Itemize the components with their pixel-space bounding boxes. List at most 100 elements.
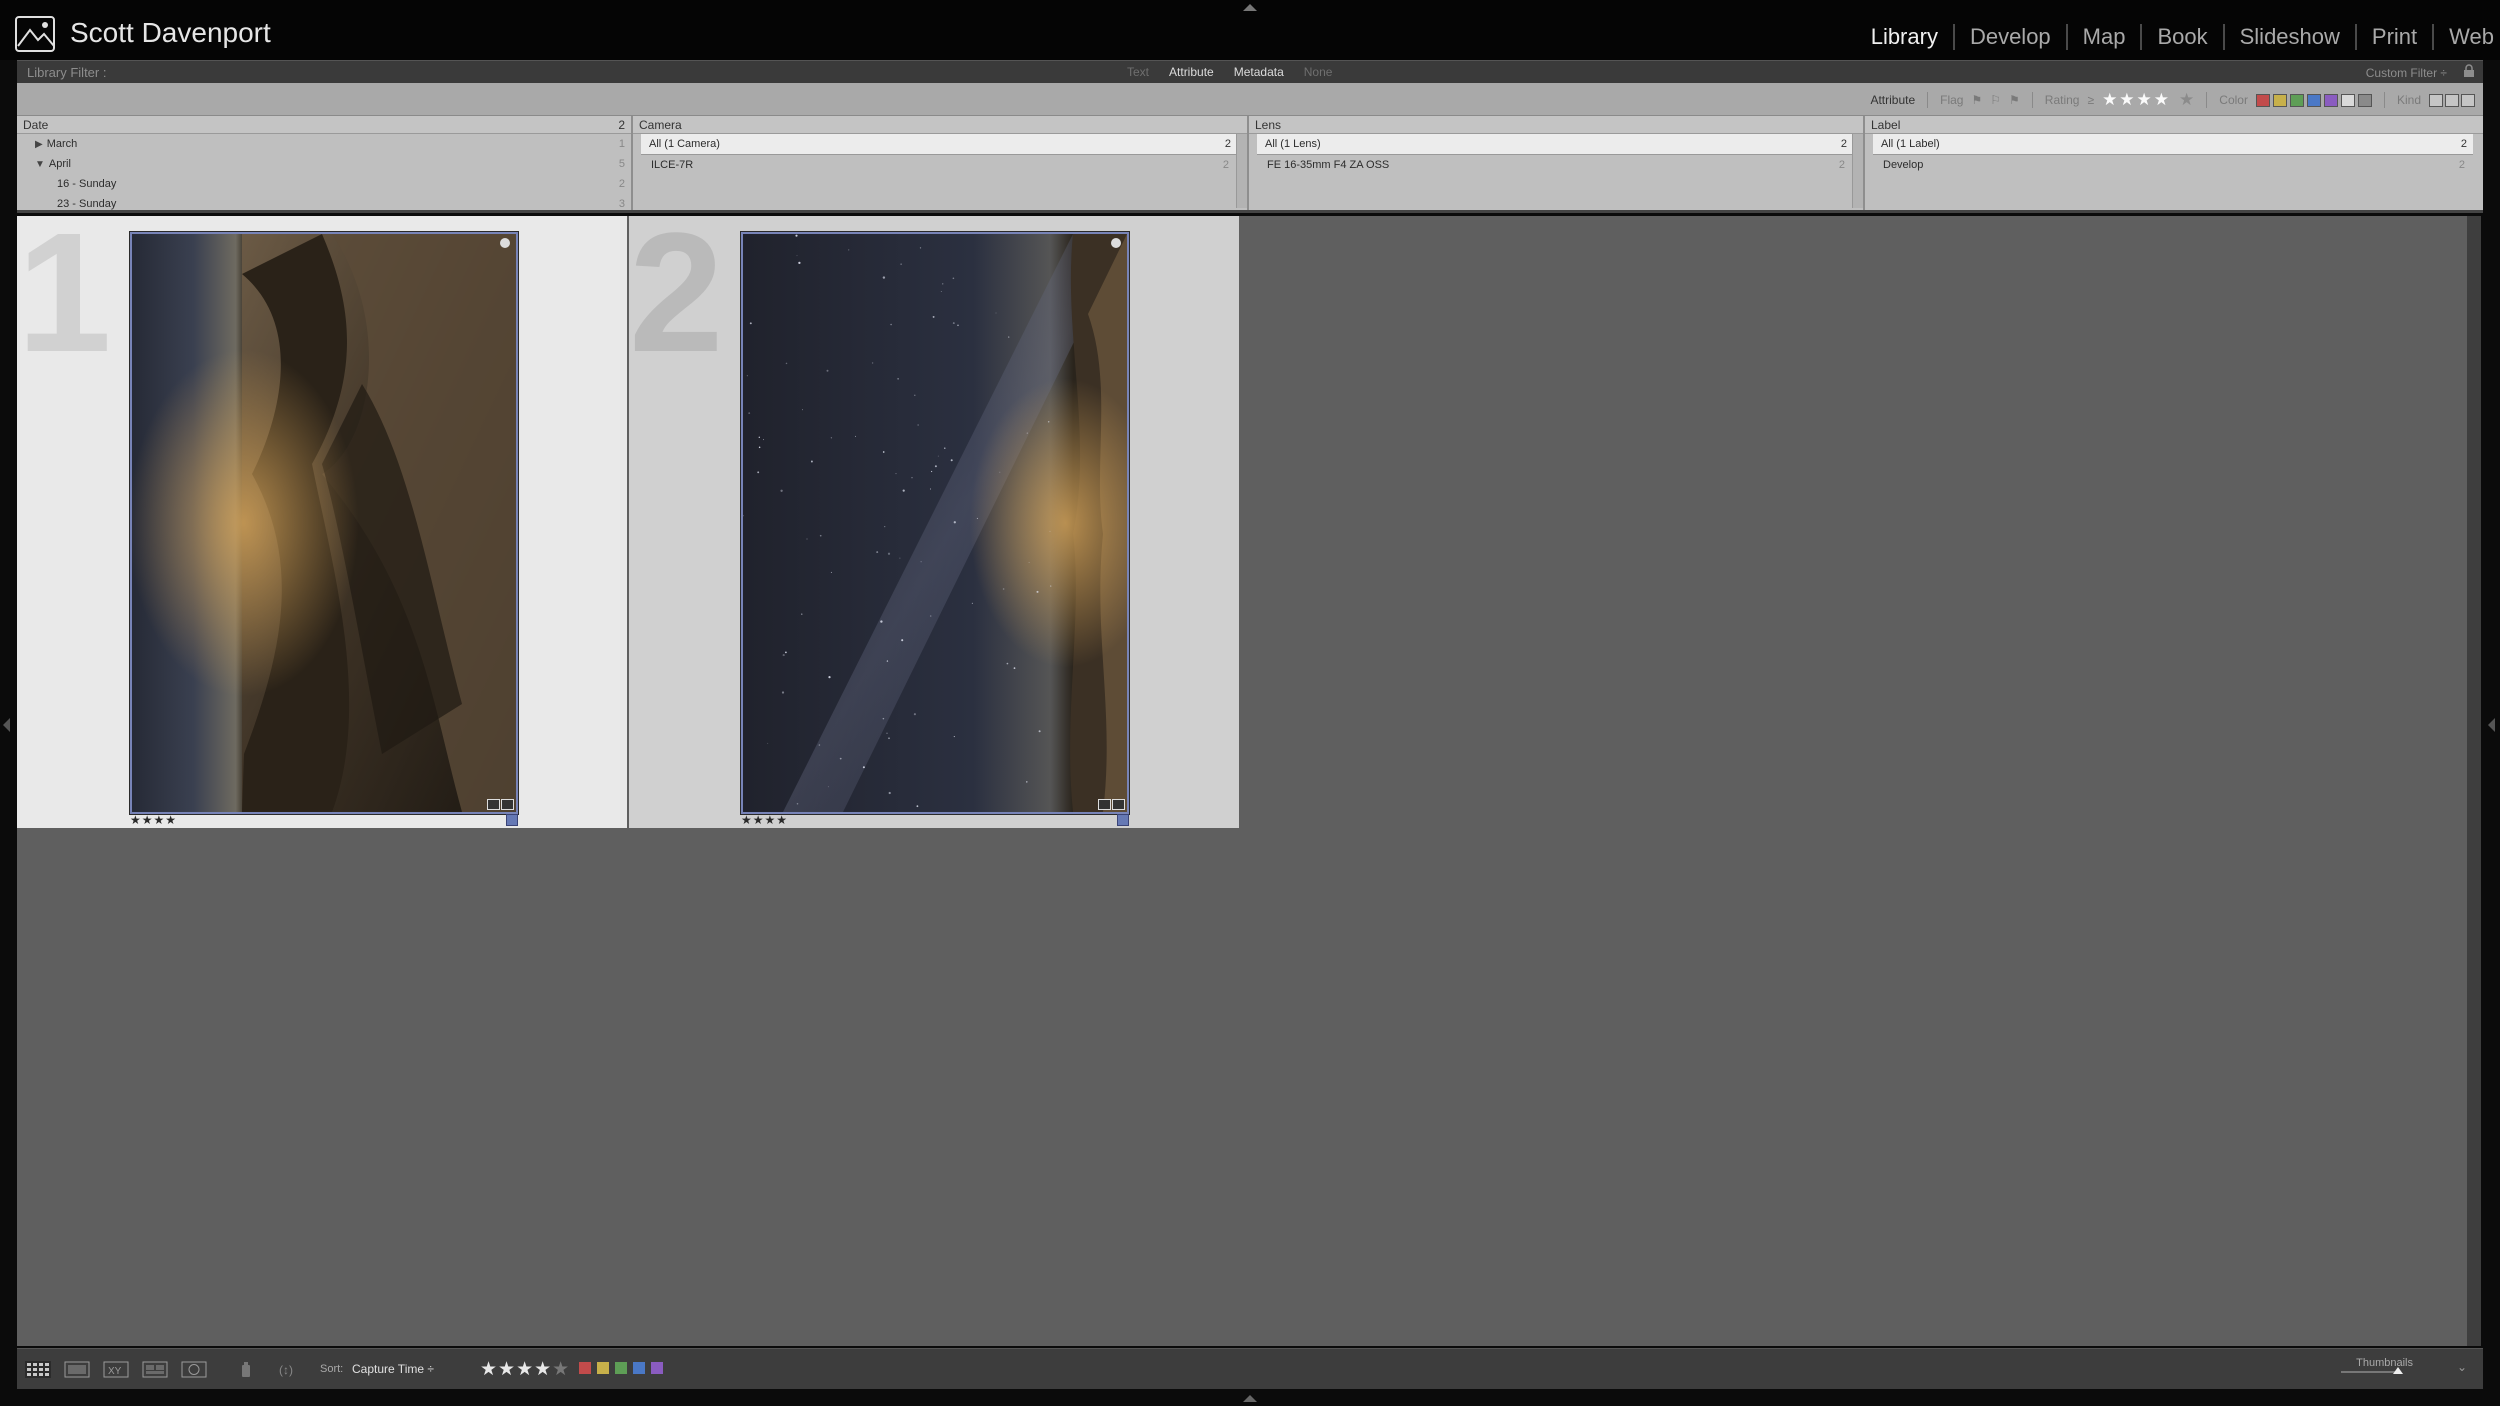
crop-badge-icon[interactable] <box>501 799 514 810</box>
module-map[interactable]: Map <box>2068 24 2143 50</box>
photo-options-dot-icon[interactable] <box>500 238 510 248</box>
edited-badge-icon[interactable] <box>1098 799 1111 810</box>
color-label-swatch[interactable] <box>1117 814 1129 826</box>
star-dot <box>819 534 822 537</box>
painter-spray-can-icon[interactable] <box>239 1361 253 1378</box>
thumbnail-size-slider[interactable] <box>2341 1371 2401 1373</box>
star-dot <box>930 470 933 473</box>
label-row-develop[interactable]: Develop 2 <box>1865 155 2483 175</box>
flag-pick-icon[interactable]: ⚑ <box>1971 93 1982 107</box>
grid-cell-1[interactable]: 1 ★★★★ <box>17 208 627 828</box>
collapse-triangle-icon[interactable]: ▼ <box>35 159 45 170</box>
thumbnail-slider-knob[interactable] <box>2393 1367 2403 1374</box>
top-panel-toggle-icon[interactable] <box>1243 4 1257 11</box>
kind-virtual-copy-icon[interactable] <box>2445 93 2459 107</box>
color-filter-swatch-4[interactable] <box>2306 93 2321 107</box>
custom-filter-preset-select[interactable]: Custom Filter ÷ <box>2366 66 2447 80</box>
label-row-all[interactable]: All (1 Label) 2 <box>1873 134 2473 155</box>
grid-scrollbar[interactable] <box>2467 216 2481 1346</box>
flag-rejected-icon[interactable]: ⚑ <box>2009 93 2020 107</box>
star-dot <box>796 802 799 805</box>
module-book[interactable]: Book <box>2142 24 2225 50</box>
toolbar-color-label-5[interactable] <box>651 1362 663 1374</box>
lens-row-all[interactable]: All (1 Lens) 2 <box>1257 134 1853 155</box>
rating-filled-stars[interactable]: ★★★★ <box>480 1359 552 1380</box>
toolbar-color-label-4[interactable] <box>633 1362 645 1374</box>
star-dot <box>886 732 888 735</box>
cell-rating-stars[interactable]: ★★★★ <box>130 813 177 827</box>
crop-badge-icon[interactable] <box>1112 799 1125 810</box>
toolbar-color-label-1[interactable] <box>579 1362 591 1374</box>
color-label-swatch[interactable] <box>506 814 518 826</box>
color-filter-swatch-6[interactable] <box>2340 93 2355 107</box>
toolbar-color-label-2[interactable] <box>597 1362 609 1374</box>
left-panel-toggle-icon[interactable] <box>3 718 10 732</box>
column-header-label[interactable]: Label <box>1865 116 2483 134</box>
module-library[interactable]: Library <box>1856 24 1955 50</box>
color-filter-swatch-2[interactable] <box>2272 93 2287 107</box>
grid-cell-2[interactable]: 2 ★★★★ <box>629 208 1239 828</box>
module-slideshow[interactable]: Slideshow <box>2225 24 2357 50</box>
column-header-lens[interactable]: Lens <box>1249 116 1863 134</box>
photo-thumbnail-milky-way[interactable] <box>741 232 1129 814</box>
filter-tab-metadata[interactable]: Metadata <box>1234 65 1284 79</box>
flag-unflagged-icon[interactable]: ⚐ <box>1990 93 2001 107</box>
compare-view-icon[interactable]: XY <box>103 1361 129 1378</box>
module-develop[interactable]: Develop <box>1955 24 2068 50</box>
filter-tab-none[interactable]: None <box>1304 65 1333 79</box>
photo-thumbnail-desert-dunes[interactable] <box>130 232 518 814</box>
filter-lock-icon[interactable] <box>2463 64 2475 78</box>
bottom-panel-toggle-icon[interactable] <box>1243 1395 1257 1402</box>
camera-row-ilce-7r[interactable]: ILCE-7R 2 <box>633 155 1247 175</box>
people-view-icon[interactable] <box>181 1361 207 1378</box>
column-header-date[interactable]: Date 2 <box>17 116 631 134</box>
toolbar-color-label-3[interactable] <box>615 1362 627 1374</box>
kind-master-icon[interactable] <box>2429 93 2443 107</box>
color-filter-swatch-7[interactable] <box>2357 93 2372 107</box>
expand-triangle-icon[interactable]: ▶ <box>35 139 43 150</box>
star-dot <box>952 322 955 325</box>
row-count: 2 <box>1840 138 1847 150</box>
cell-rating-stars[interactable]: ★★★★ <box>741 813 788 827</box>
color-filter-swatch-3[interactable] <box>2289 93 2304 107</box>
date-row-16-sunday[interactable]: 16 - Sunday 2 <box>17 174 631 194</box>
star-dot <box>940 291 942 292</box>
module-print[interactable]: Print <box>2357 24 2435 50</box>
rating-filter-empty-star[interactable]: ★ <box>2179 90 2194 110</box>
sort-direction-icon[interactable]: (↕) <box>279 1361 309 1378</box>
survey-view-icon[interactable] <box>142 1361 168 1378</box>
rating-empty-star[interactable]: ★ <box>552 1359 570 1380</box>
toolbar-rating-stars[interactable]: ★★★★★ <box>480 1358 570 1381</box>
rating-filter-stars[interactable]: ★★★★ <box>2102 90 2171 110</box>
lens-row-fe-16-35[interactable]: FE 16-35mm F4 ZA OSS 2 <box>1249 155 1863 175</box>
toolbar-color-labels <box>579 1362 663 1374</box>
edited-badge-icon[interactable] <box>487 799 500 810</box>
star-dot <box>1047 421 1050 423</box>
date-row-march[interactable]: ▶ March 1 <box>17 134 631 154</box>
row-label: 16 - Sunday <box>57 178 117 190</box>
metadata-column-camera: Camera All (1 Camera) 2 ILCE-7R 2 <box>633 116 1249 210</box>
star-dot <box>758 446 761 449</box>
module-web[interactable]: Web <box>2434 24 2500 50</box>
date-row-april[interactable]: ▼ April 5 <box>17 154 631 174</box>
color-filter-swatch-1[interactable] <box>2255 93 2270 107</box>
loupe-view-icon[interactable] <box>64 1361 90 1378</box>
color-filter-swatch-5[interactable] <box>2323 93 2338 107</box>
filter-tab-attribute[interactable]: Attribute <box>1169 65 1214 79</box>
kind-video-icon[interactable] <box>2461 93 2475 107</box>
column-header-camera[interactable]: Camera <box>633 116 1247 134</box>
right-panel-toggle-icon[interactable] <box>2488 718 2495 732</box>
toolbar-options-chevron-icon[interactable]: ⌄ <box>2457 1360 2467 1374</box>
rating-operator[interactable]: ≥ <box>2087 93 2094 107</box>
column-scrollbar[interactable] <box>1852 134 1863 208</box>
sort-order-select[interactable]: Capture Time ÷ <box>352 1362 434 1376</box>
star-dot <box>880 620 883 623</box>
svg-text:XY: XY <box>108 1366 122 1377</box>
star-dot <box>862 766 865 769</box>
row-count: 3 <box>618 198 625 210</box>
photo-options-dot-icon[interactable] <box>1111 238 1121 248</box>
column-scrollbar[interactable] <box>1236 134 1247 208</box>
grid-view-icon[interactable] <box>25 1361 51 1378</box>
filter-tab-text[interactable]: Text <box>1127 65 1149 79</box>
camera-row-all[interactable]: All (1 Camera) 2 <box>641 134 1237 155</box>
